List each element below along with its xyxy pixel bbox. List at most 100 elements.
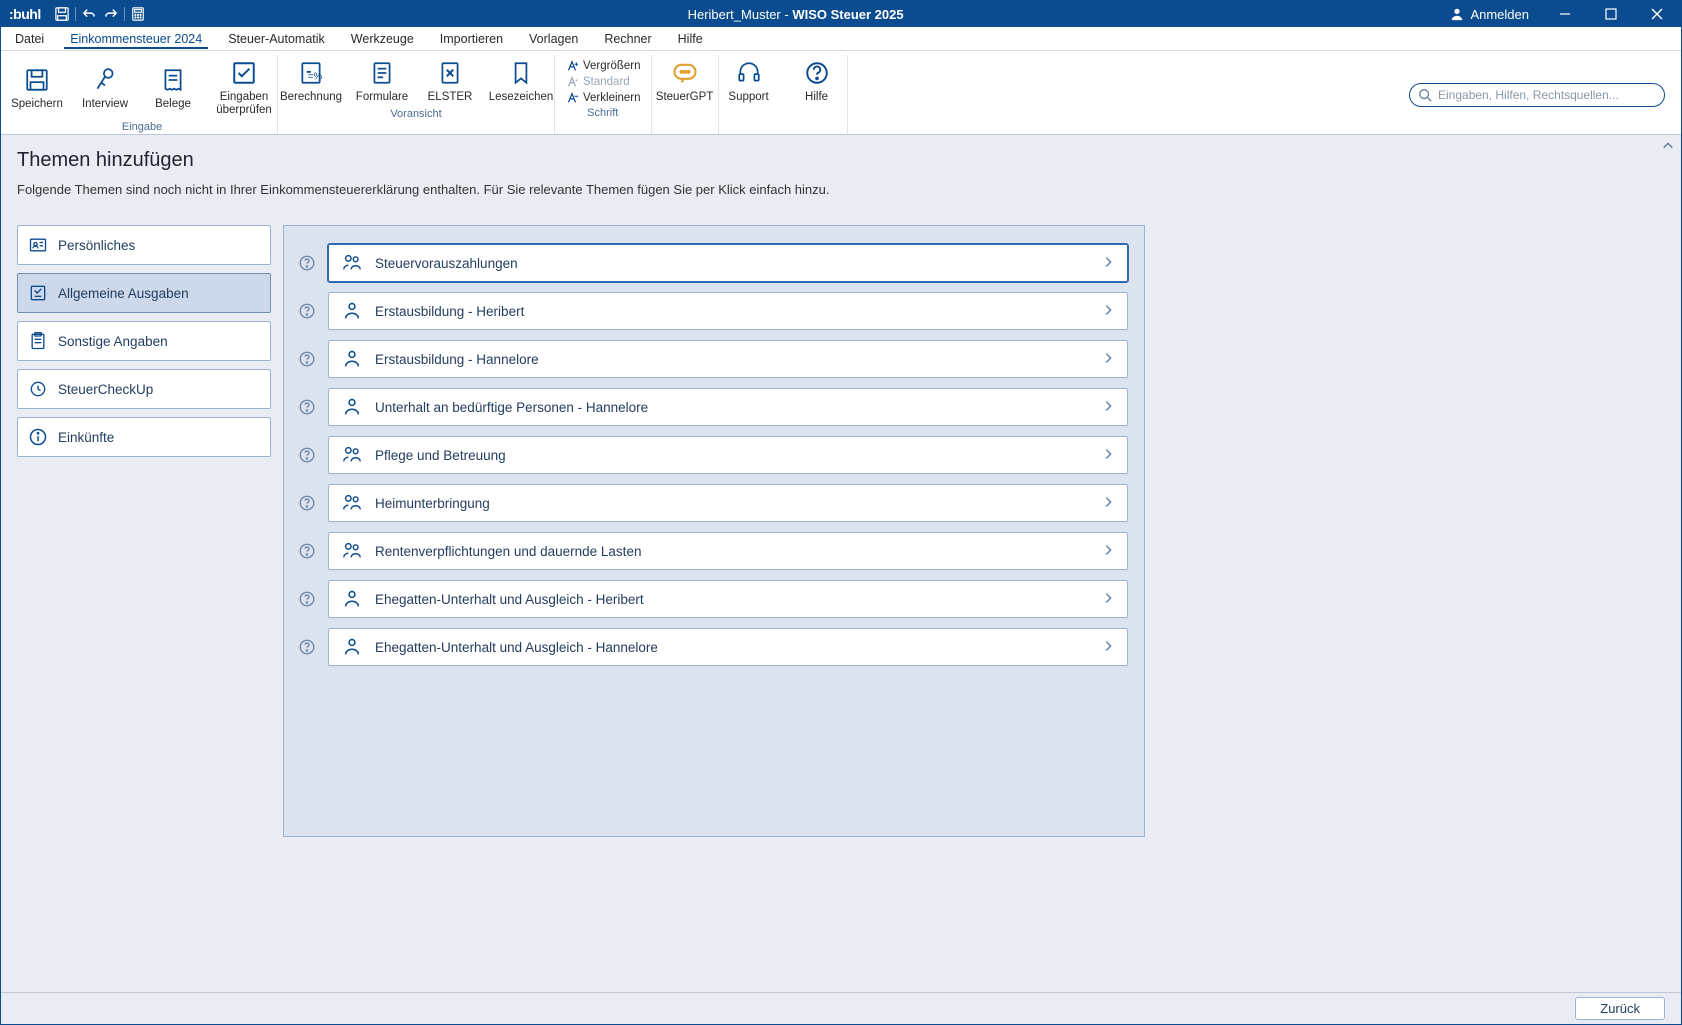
person-icon	[341, 444, 363, 466]
sidebar-item-label: Einkünfte	[58, 430, 114, 445]
redo-icon[interactable]	[102, 5, 120, 23]
help-icon[interactable]	[298, 254, 316, 272]
form-icon	[368, 59, 396, 87]
topic-label: Unterhalt an bedürftige Personen - Hanne…	[375, 400, 1089, 415]
topics-panel: Steuervorauszahlungen Erstausbildung - He…	[283, 225, 1145, 837]
topic-card[interactable]: Rentenverpflichtungen und dauernde Laste…	[328, 532, 1128, 570]
help-icon[interactable]	[298, 494, 316, 512]
speichern-button[interactable]: Speichern	[9, 62, 65, 113]
belege-button[interactable]: Belege	[145, 62, 201, 113]
login-label: Anmelden	[1470, 7, 1529, 22]
topic-label: Steuervorauszahlungen	[375, 256, 1089, 271]
label: Speichern	[11, 98, 63, 111]
sidebar-item[interactable]: SteuerCheckUp	[17, 369, 271, 409]
topic-card[interactable]: Unterhalt an bedürftige Personen - Hanne…	[328, 388, 1128, 426]
sidebar-item[interactable]: Persönliches	[17, 225, 271, 265]
close-button[interactable]	[1637, 1, 1677, 27]
font-larger-button[interactable]: Vergrößern	[565, 59, 641, 73]
support-button[interactable]: Support	[721, 55, 777, 106]
search-box[interactable]	[1409, 83, 1665, 107]
ribbon-group-eingabe: Speichern Interview Belege Eingaben über…	[7, 55, 278, 134]
topic-row: Erstausbildung - Heribert	[298, 292, 1130, 330]
chat-icon	[671, 59, 699, 87]
menu-item[interactable]: Hilfe	[672, 29, 709, 49]
topic-row: Pflege und Betreuung	[298, 436, 1130, 474]
maximize-button[interactable]	[1591, 1, 1631, 27]
help-icon[interactable]	[298, 350, 316, 368]
sidebar-item[interactable]: Sonstige Angaben	[17, 321, 271, 361]
help-icon[interactable]	[298, 398, 316, 416]
collapse-ribbon-button[interactable]	[1661, 139, 1675, 158]
chevron-right-icon	[1101, 303, 1115, 320]
content-area: Themen hinzufügen Folgende Themen sind n…	[1, 135, 1681, 992]
font-standard-button[interactable]: Standard	[565, 75, 641, 89]
topic-card[interactable]: Ehegatten-Unterhalt und Ausgleich - Hann…	[328, 628, 1128, 666]
back-button[interactable]: Zurück	[1575, 997, 1665, 1020]
help-icon[interactable]	[298, 446, 316, 464]
help-icon[interactable]	[298, 638, 316, 656]
label: Formulare	[356, 91, 408, 104]
help-icon[interactable]	[298, 590, 316, 608]
label: Standard	[583, 76, 630, 88]
topic-label: Heimunterbringung	[375, 496, 1089, 511]
help-icon[interactable]	[298, 302, 316, 320]
lesezeichen-button[interactable]: Lesezeichen	[490, 55, 552, 106]
login-button[interactable]: Anmelden	[1440, 7, 1539, 22]
topic-card[interactable]: Heimunterbringung	[328, 484, 1128, 522]
topic-label: Erstausbildung - Hannelore	[375, 352, 1089, 367]
user-icon	[1450, 7, 1464, 21]
elster-button[interactable]: ELSTER	[422, 55, 478, 106]
font-larger-icon	[565, 59, 579, 73]
topic-card[interactable]: Erstausbildung - Hannelore	[328, 340, 1128, 378]
ribbon-group-schrift: Vergrößern Standard Verkleinern Schrift	[555, 55, 652, 134]
topic-card[interactable]: Pflege und Betreuung	[328, 436, 1128, 474]
menu-item[interactable]: Rechner	[598, 29, 657, 49]
checkup-icon	[28, 379, 48, 399]
label: Lesezeichen	[489, 91, 554, 104]
sidebar-item-label: Allgemeine Ausgaben	[58, 286, 189, 301]
person-icon	[341, 540, 363, 562]
label: Hilfe	[805, 91, 828, 104]
menu-item[interactable]: Werkzeuge	[345, 29, 420, 49]
steuergpt-button[interactable]: SteuerGPT	[654, 55, 716, 106]
percent-icon: =%	[297, 59, 325, 87]
menu-item[interactable]: Vorlagen	[523, 29, 584, 49]
topic-label: Ehegatten-Unterhalt und Ausgleich - Heri…	[375, 592, 1089, 607]
topic-card[interactable]: Ehegatten-Unterhalt und Ausgleich - Heri…	[328, 580, 1128, 618]
label: Interview	[82, 98, 128, 111]
group-label: Schrift	[587, 105, 618, 122]
chevron-right-icon	[1101, 543, 1115, 560]
menu-item[interactable]: Einkommensteuer 2024	[64, 29, 208, 49]
font-smaller-button[interactable]: Verkleinern	[565, 91, 641, 105]
microphone-icon	[91, 66, 119, 94]
help-icon	[803, 59, 831, 87]
title-document: Heribert_Muster	[688, 7, 781, 22]
eingaben-button[interactable]: Eingaben überprüfen	[213, 55, 275, 119]
formulare-button[interactable]: Formulare	[354, 55, 410, 106]
berechnung-button[interactable]: =% Berechnung	[280, 55, 342, 106]
menu-item[interactable]: Steuer-Automatik	[222, 29, 331, 49]
search-input[interactable]	[1438, 88, 1656, 102]
sidebar-item-label: Persönliches	[58, 238, 135, 253]
ribbon-group-voransicht: =% Berechnung Formulare ELSTER Lesezeich…	[278, 55, 555, 134]
hilfe-button[interactable]: Hilfe	[789, 55, 845, 106]
help-icon[interactable]	[298, 542, 316, 560]
info-icon	[28, 427, 48, 447]
interview-button[interactable]: Interview	[77, 62, 133, 113]
sidebar-item-label: Sonstige Angaben	[58, 334, 168, 349]
svg-text:=%: =%	[308, 72, 323, 83]
minimize-button[interactable]	[1545, 1, 1585, 27]
topic-card[interactable]: Erstausbildung - Heribert	[328, 292, 1128, 330]
undo-icon[interactable]	[80, 5, 98, 23]
topic-row: Rentenverpflichtungen und dauernde Laste…	[298, 532, 1130, 570]
save-icon[interactable]	[53, 5, 71, 23]
sidebar-item[interactable]: Allgemeine Ausgaben	[17, 273, 271, 313]
calculator-icon[interactable]	[129, 5, 147, 23]
topic-card[interactable]: Steuervorauszahlungen	[328, 244, 1128, 282]
sidebar-item[interactable]: Einkünfte	[17, 417, 271, 457]
menu-item[interactable]: Datei	[9, 29, 50, 49]
topic-label: Pflege und Betreuung	[375, 448, 1089, 463]
page-subtitle: Folgende Themen sind noch nicht in Ihrer…	[17, 182, 1665, 197]
topic-row: Steuervorauszahlungen	[298, 244, 1130, 282]
menu-item[interactable]: Importieren	[434, 29, 509, 49]
